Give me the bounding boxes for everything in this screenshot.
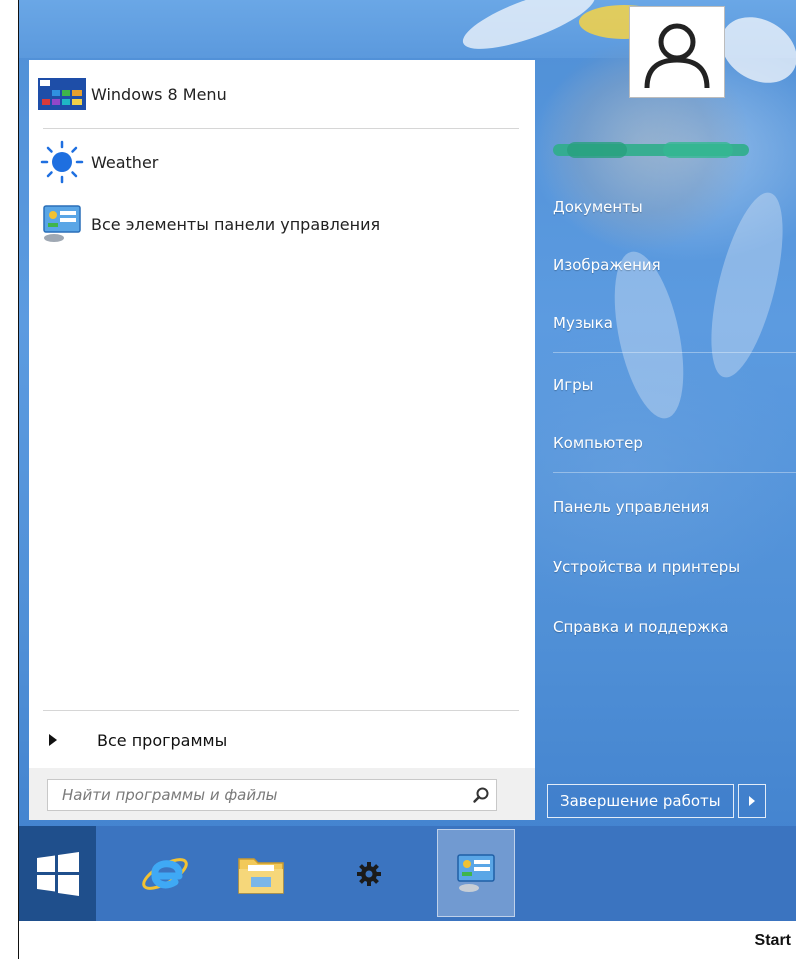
control-panel-icon bbox=[457, 854, 495, 892]
user-name-blurred[interactable] bbox=[553, 138, 753, 162]
right-item-label: Документы bbox=[553, 198, 643, 216]
separator bbox=[43, 710, 519, 711]
right-item-label: Музыка bbox=[553, 314, 613, 332]
shutdown-label: Завершение работы bbox=[560, 792, 721, 810]
search-area bbox=[29, 768, 535, 820]
search-box[interactable] bbox=[47, 779, 497, 811]
file-explorer-icon bbox=[238, 857, 284, 894]
right-item-documents[interactable]: Документы bbox=[553, 192, 793, 222]
search-icon[interactable] bbox=[466, 781, 496, 809]
right-item-label: Компьютер bbox=[553, 434, 643, 452]
right-item-label: Устройства и принтеры bbox=[553, 558, 741, 576]
taskbar-internet-explorer[interactable] bbox=[125, 826, 205, 921]
right-item-music[interactable]: Музыка bbox=[553, 308, 793, 338]
settings-gear-icon bbox=[357, 861, 381, 886]
caption-label: Start bbox=[754, 932, 791, 949]
shutdown-options-button[interactable] bbox=[737, 784, 766, 818]
taskbar-start-button[interactable] bbox=[19, 826, 96, 921]
shutdown-button[interactable]: Завершение работы bbox=[547, 784, 734, 818]
pinned-item-windows8-menu[interactable]: Windows 8 Menu bbox=[37, 68, 527, 120]
user-avatar[interactable] bbox=[629, 6, 725, 98]
separator bbox=[43, 128, 519, 129]
all-programs-label: Все программы bbox=[97, 730, 228, 750]
taskbar-settings[interactable] bbox=[329, 826, 409, 921]
right-item-help-support[interactable]: Справка и поддержка bbox=[553, 612, 793, 642]
pinned-item-weather[interactable]: Weather bbox=[37, 136, 527, 188]
right-item-label: Изображения bbox=[553, 256, 661, 274]
right-item-label: Справка и поддержка bbox=[553, 618, 729, 636]
pinned-item-label: Weather bbox=[91, 152, 159, 172]
triangle-right-icon bbox=[748, 796, 755, 806]
right-item-control-panel[interactable]: Панель управления bbox=[553, 492, 793, 522]
control-panel-icon bbox=[37, 202, 87, 246]
separator bbox=[553, 352, 796, 353]
pinned-item-label: Все элементы панели управления bbox=[91, 214, 381, 234]
pinned-item-label: Windows 8 Menu bbox=[91, 84, 227, 104]
right-item-pictures[interactable]: Изображения bbox=[553, 250, 793, 280]
weather-sun-icon bbox=[37, 140, 87, 184]
right-item-label: Игры bbox=[553, 376, 594, 394]
taskbar bbox=[19, 826, 796, 921]
shutdown-group: Завершение работы bbox=[547, 784, 766, 818]
taskbar-control-panel[interactable] bbox=[437, 829, 515, 917]
right-item-label: Панель управления bbox=[553, 498, 710, 516]
search-input[interactable] bbox=[48, 781, 466, 809]
start-menu-programs-panel: Windows 8 Menu Weather Все элементы пане… bbox=[29, 60, 535, 820]
right-item-computer[interactable]: Компьютер bbox=[553, 428, 793, 458]
right-item-devices-printers[interactable]: Устройства и принтеры bbox=[553, 552, 793, 582]
windows8-menu-icon bbox=[37, 72, 87, 116]
screenshot-frame: Windows 8 Menu Weather Все элементы пане… bbox=[18, 0, 796, 959]
user-silhouette-icon bbox=[637, 14, 717, 90]
windows-logo-icon bbox=[36, 851, 79, 896]
pinned-item-all-control-panel[interactable]: Все элементы панели управления bbox=[37, 198, 527, 250]
taskbar-file-explorer[interactable] bbox=[221, 826, 301, 921]
internet-explorer-icon bbox=[142, 857, 188, 890]
triangle-right-icon bbox=[49, 734, 57, 746]
separator bbox=[553, 472, 796, 473]
all-programs-button[interactable]: Все программы bbox=[37, 720, 527, 760]
right-item-games[interactable]: Игры bbox=[553, 370, 793, 400]
desktop-background: Windows 8 Menu Weather Все элементы пане… bbox=[19, 0, 796, 921]
